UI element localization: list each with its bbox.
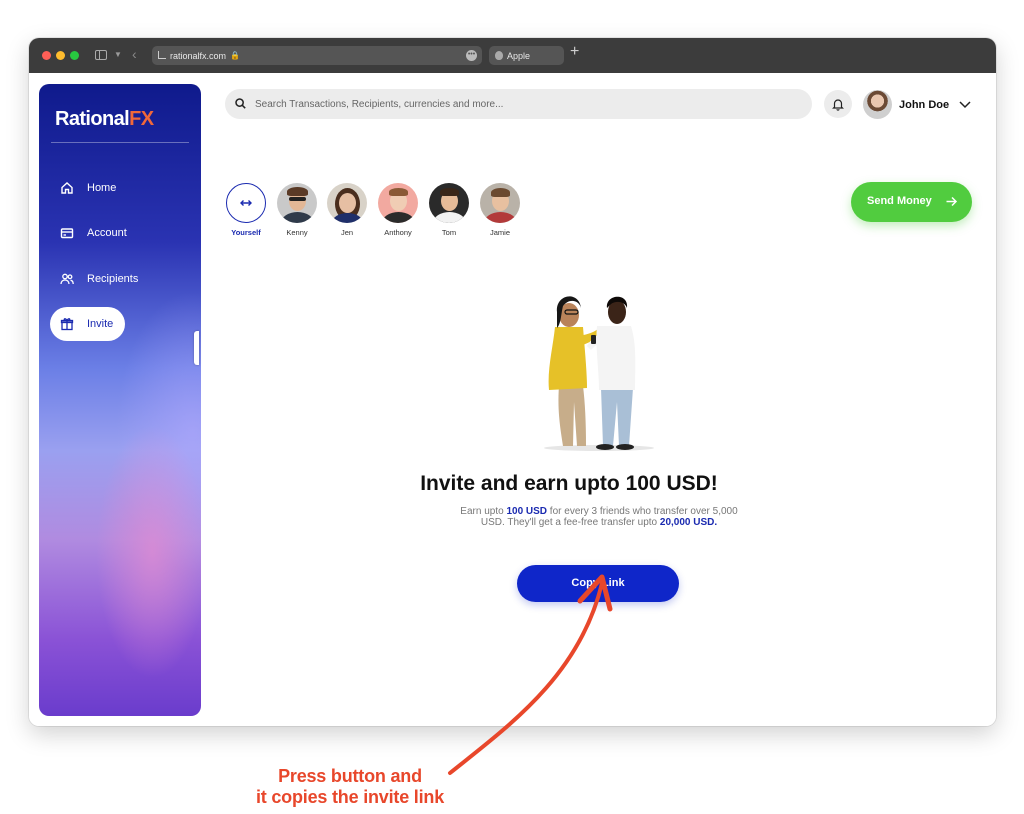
home-icon xyxy=(61,182,73,194)
avatar xyxy=(226,183,266,223)
minimize-window-button[interactable] xyxy=(56,51,65,60)
avatar xyxy=(480,183,520,223)
recipient-name: Jamie xyxy=(489,228,510,237)
arrow-right-icon xyxy=(946,196,958,207)
sidebar-item-label: Invite xyxy=(87,318,114,330)
recipient-name: Yourself xyxy=(231,228,261,237)
friends-illustration xyxy=(544,296,654,451)
browser-toolbar: ▼ ‹ rationalfx.com 🔒 ••• Apple + xyxy=(29,38,996,73)
search-icon xyxy=(235,98,246,109)
search-bar[interactable] xyxy=(225,89,812,119)
avatar xyxy=(327,183,367,223)
browser-tab[interactable]: Apple xyxy=(489,46,564,65)
close-window-button[interactable] xyxy=(42,51,51,60)
sidebar-item-label: Account xyxy=(87,227,127,239)
annotation-line: it copies the invite link xyxy=(255,787,445,807)
annotation-caption: Press button and it copies the invite li… xyxy=(240,766,460,808)
notifications-button[interactable] xyxy=(824,90,852,118)
recipient-tom[interactable]: Tom xyxy=(428,183,470,237)
invite-desc-text: Earn upto xyxy=(460,506,507,517)
tab-label: Apple xyxy=(507,50,531,61)
logo-accent: FX xyxy=(129,108,154,130)
recipient-name: Kenny xyxy=(286,228,308,237)
back-arrow-icon[interactable]: ‹ xyxy=(132,46,137,62)
recipient-anthony[interactable]: Anthony xyxy=(377,183,419,237)
user-name: John Doe xyxy=(899,99,950,111)
apple-icon xyxy=(495,51,503,60)
recipient-name: Anthony xyxy=(384,228,412,237)
users-icon xyxy=(60,273,74,285)
new-tab-button[interactable]: + xyxy=(570,43,579,61)
recipient-yourself[interactable]: Yourself xyxy=(225,183,267,237)
bell-icon xyxy=(832,99,844,111)
gift-icon xyxy=(60,318,74,331)
avatar xyxy=(277,183,317,223)
site-icon xyxy=(158,51,166,59)
sidebar-item-account[interactable]: Account xyxy=(50,216,168,250)
user-profile-menu[interactable]: John Doe xyxy=(862,89,974,121)
sidebar: RationalFX Home Account Recipients Invit… xyxy=(39,84,201,716)
sidebar-toggle-icon[interactable] xyxy=(95,50,107,60)
sidebar-item-recipients[interactable]: Recipients xyxy=(50,262,168,296)
recipient-name: Jen xyxy=(340,228,354,237)
maximize-window-button[interactable] xyxy=(70,51,79,60)
sidebar-item-label: Home xyxy=(87,182,117,194)
chevron-down-icon[interactable]: ▼ xyxy=(114,50,122,59)
recipient-kenny[interactable]: Kenny xyxy=(276,183,318,237)
logo-divider xyxy=(51,142,189,143)
recipient-jen[interactable]: Jen xyxy=(326,183,368,237)
sidebar-item-invite[interactable]: Invite xyxy=(50,307,125,341)
recipient-name: Tom xyxy=(441,228,457,237)
card-icon xyxy=(60,228,74,239)
swap-arrows-icon xyxy=(240,200,252,206)
more-options-icon[interactable]: ••• xyxy=(466,50,477,61)
annotation-arrow-icon xyxy=(448,574,613,775)
avatar xyxy=(863,90,892,119)
sidebar-collapse-handle[interactable] xyxy=(194,331,199,365)
send-money-button[interactable]: Send Money xyxy=(851,182,972,222)
sidebar-item-home[interactable]: Home xyxy=(50,171,168,205)
recipient-jamie[interactable]: Jamie xyxy=(479,183,521,237)
send-money-label: Send Money xyxy=(867,195,932,207)
search-input[interactable] xyxy=(255,89,795,119)
avatar xyxy=(429,183,469,223)
invite-transfer-limit: 20,000 USD. xyxy=(659,517,718,528)
annotation-line: Press button and xyxy=(278,766,422,786)
chevron-down-icon xyxy=(959,101,971,109)
invite-title: Invite and earn upto 100 USD! xyxy=(420,472,718,495)
avatar xyxy=(378,183,418,223)
invite-description: Earn upto 100 USD for every 3 friends wh… xyxy=(459,506,739,528)
sidebar-item-label: Recipients xyxy=(87,273,139,285)
invite-reward-amount: 100 USD xyxy=(506,506,548,517)
logo-main: Rational xyxy=(55,108,130,130)
lock-icon: 🔒 xyxy=(230,51,240,60)
address-bar[interactable]: rationalfx.com 🔒 ••• xyxy=(152,46,482,65)
url-text: rationalfx.com xyxy=(170,50,227,61)
app-logo[interactable]: RationalFX xyxy=(55,108,154,131)
